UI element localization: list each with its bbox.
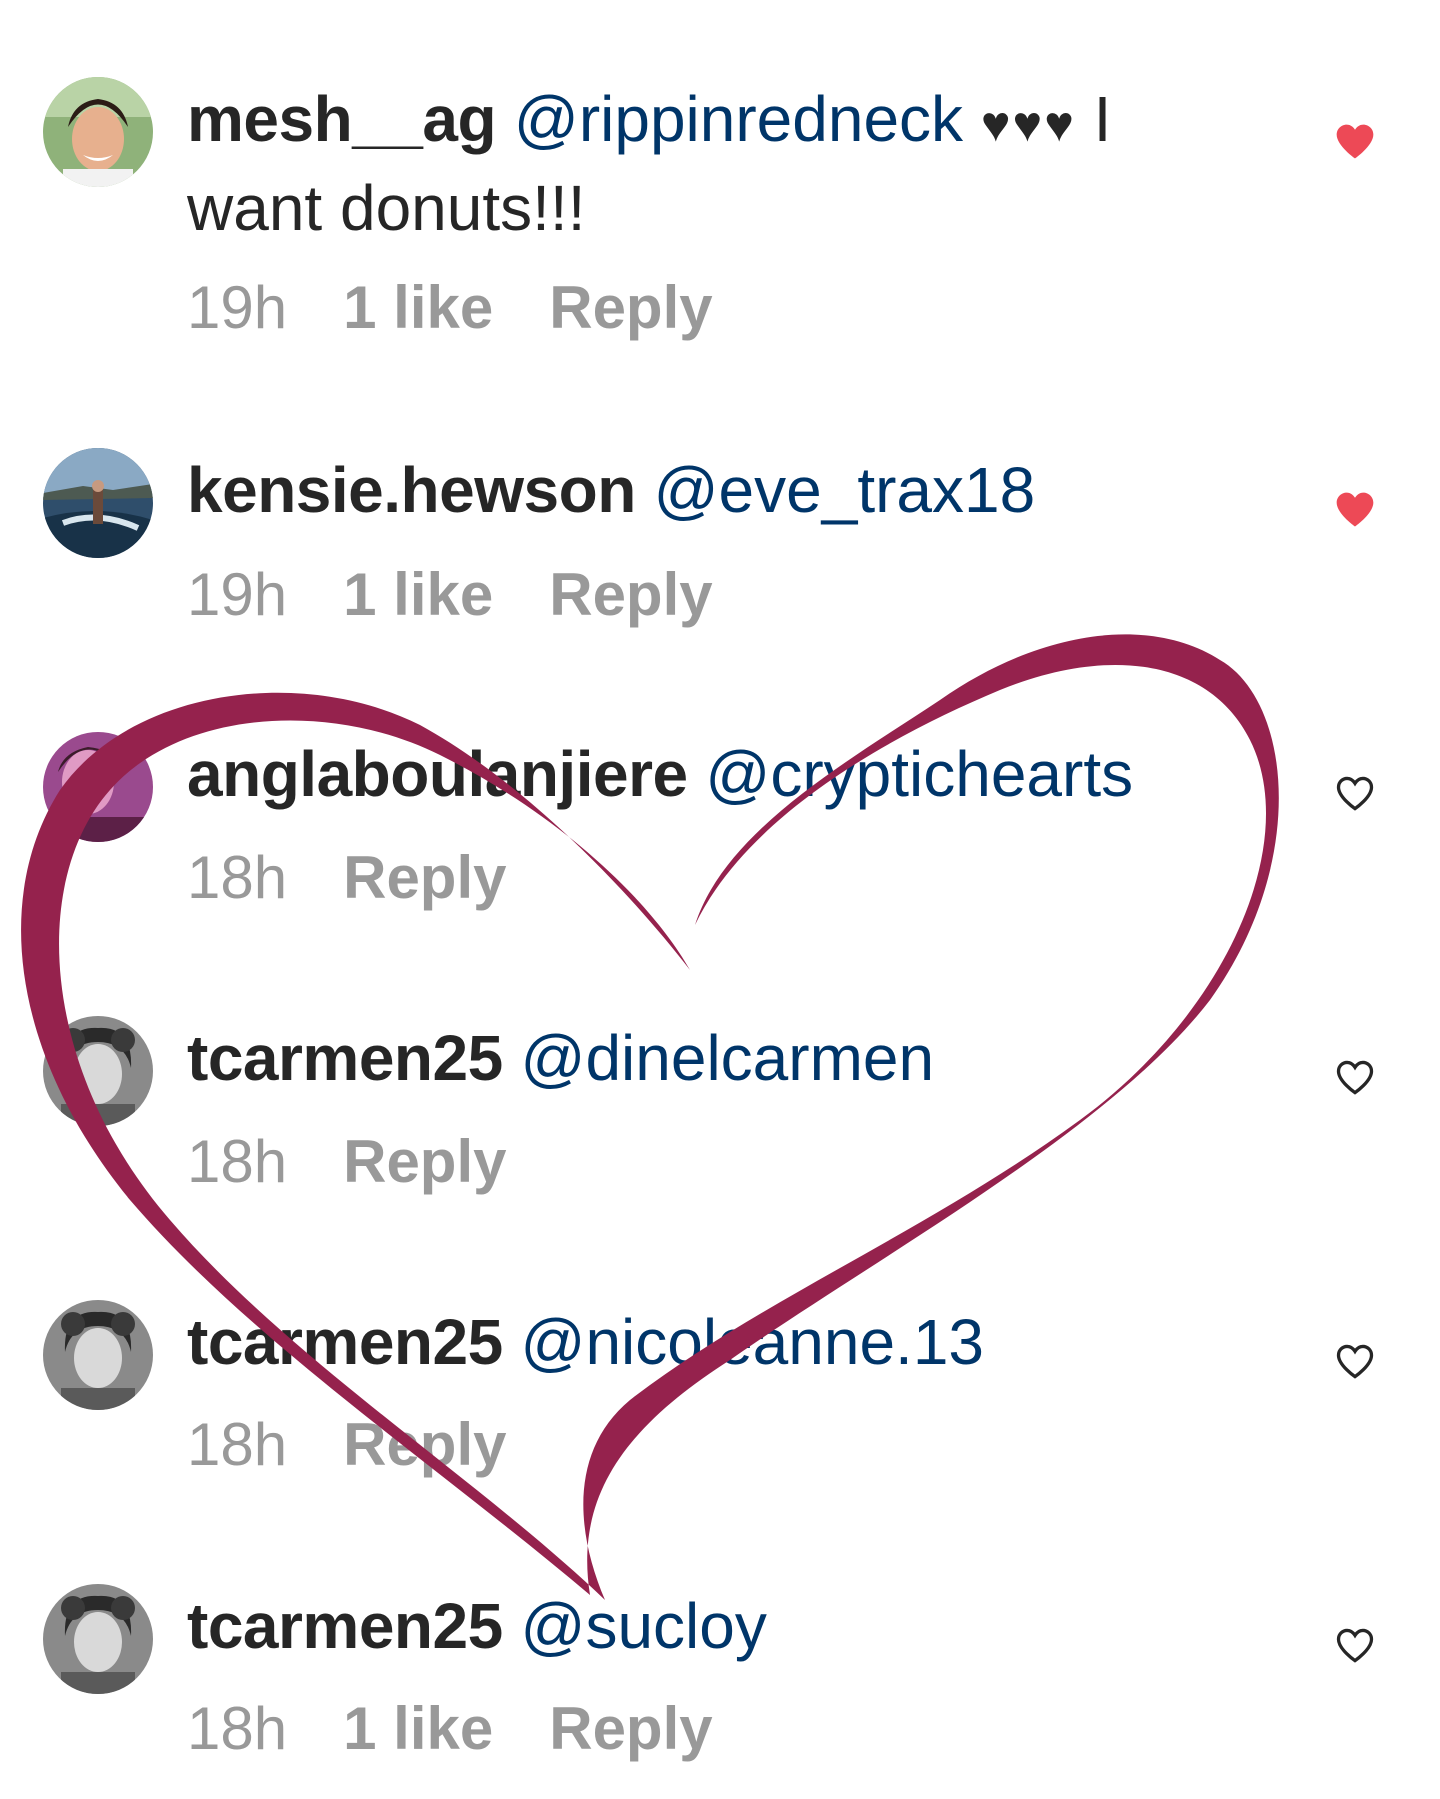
comment-timestamp: 18h	[187, 1128, 288, 1195]
comment-body: I	[1093, 83, 1112, 155]
reply-button[interactable]: Reply	[343, 1127, 506, 1197]
comment-timestamp: 18h	[187, 1695, 288, 1762]
like-button[interactable]	[1333, 1624, 1377, 1668]
comment-username[interactable]: tcarmen25	[187, 1306, 503, 1378]
avatar[interactable]	[43, 1016, 153, 1126]
comment-username[interactable]: mesh__ag	[187, 83, 497, 155]
heart-filled-icon	[1336, 124, 1374, 159]
comment-username[interactable]: anglaboulanjiere	[187, 738, 688, 810]
comment-timestamp: 18h	[187, 844, 288, 911]
comment-likes-link[interactable]: 1 like	[343, 560, 493, 630]
like-button[interactable]	[1333, 488, 1377, 532]
like-button[interactable]	[1333, 120, 1377, 164]
profile-photo-icon	[43, 1584, 153, 1694]
comment-body: want donuts!!!	[187, 172, 586, 244]
profile-photo-icon	[43, 1300, 153, 1410]
avatar[interactable]	[43, 77, 153, 187]
comment-text: tcarmen25 @sucloy	[187, 1584, 1227, 1668]
heart-outline-icon	[1336, 1344, 1374, 1379]
comment-text: kensie.hewson @eve_trax18	[187, 448, 1227, 532]
comment-meta: 19h 1 like Reply	[187, 560, 769, 630]
reply-button[interactable]: Reply	[343, 1410, 506, 1480]
comment-username[interactable]: tcarmen25	[187, 1590, 503, 1662]
comment-meta: 19h 1 like Reply	[187, 273, 769, 343]
comment-text: tcarmen25 @nicoleanne.13	[187, 1300, 1227, 1384]
heart-emoji: ♥♥♥	[980, 96, 1076, 152]
comment-likes-link[interactable]: 1 like	[343, 1694, 493, 1764]
comment-timestamp: 19h	[187, 561, 288, 628]
comment-username[interactable]: tcarmen25	[187, 1022, 503, 1094]
reply-button[interactable]: Reply	[549, 273, 712, 343]
heart-outline-icon	[1336, 776, 1374, 811]
comment-mention[interactable]: @nicoleanne.13	[520, 1306, 984, 1378]
profile-photo-icon	[43, 77, 153, 187]
comment-mention[interactable]: @eve_trax18	[654, 454, 1036, 526]
comment-timestamp: 18h	[187, 1411, 288, 1478]
profile-photo-icon	[43, 1016, 153, 1126]
comment-meta: 18h 1 like Reply	[187, 1694, 769, 1764]
reply-button[interactable]: Reply	[549, 560, 712, 630]
comment-mention[interactable]: @rippinredneck	[514, 83, 963, 155]
avatar[interactable]	[43, 448, 153, 558]
comment-meta: 18h Reply	[187, 1410, 563, 1480]
comment-timestamp: 19h	[187, 274, 288, 341]
avatar[interactable]	[43, 1300, 153, 1410]
heart-filled-icon	[1336, 492, 1374, 527]
reply-button[interactable]: Reply	[343, 843, 506, 913]
comment-mention[interactable]: @dinelcarmen	[520, 1022, 934, 1094]
like-button[interactable]	[1333, 1340, 1377, 1384]
comment-text: tcarmen25 @dinelcarmen	[187, 1016, 1227, 1100]
comment-mention[interactable]: @cryptichearts	[705, 738, 1133, 810]
comment-username[interactable]: kensie.hewson	[187, 454, 636, 526]
profile-photo-icon	[43, 448, 153, 558]
like-button[interactable]	[1333, 772, 1377, 816]
heart-outline-icon	[1336, 1628, 1374, 1663]
comment-text: mesh__ag @rippinredneck ♥♥♥ I want donut…	[187, 77, 1227, 250]
comment-meta: 18h Reply	[187, 1127, 563, 1197]
comment-text: anglaboulanjiere @cryptichearts	[187, 732, 1227, 816]
comment-likes-link[interactable]: 1 like	[343, 273, 493, 343]
avatar[interactable]	[43, 1584, 153, 1694]
comment-mention[interactable]: @sucloy	[520, 1590, 766, 1662]
comment-meta: 18h Reply	[187, 843, 563, 913]
reply-button[interactable]: Reply	[549, 1694, 712, 1764]
like-button[interactable]	[1333, 1056, 1377, 1100]
heart-outline-icon	[1336, 1060, 1374, 1095]
avatar[interactable]	[43, 732, 153, 842]
profile-photo-icon	[43, 732, 153, 842]
